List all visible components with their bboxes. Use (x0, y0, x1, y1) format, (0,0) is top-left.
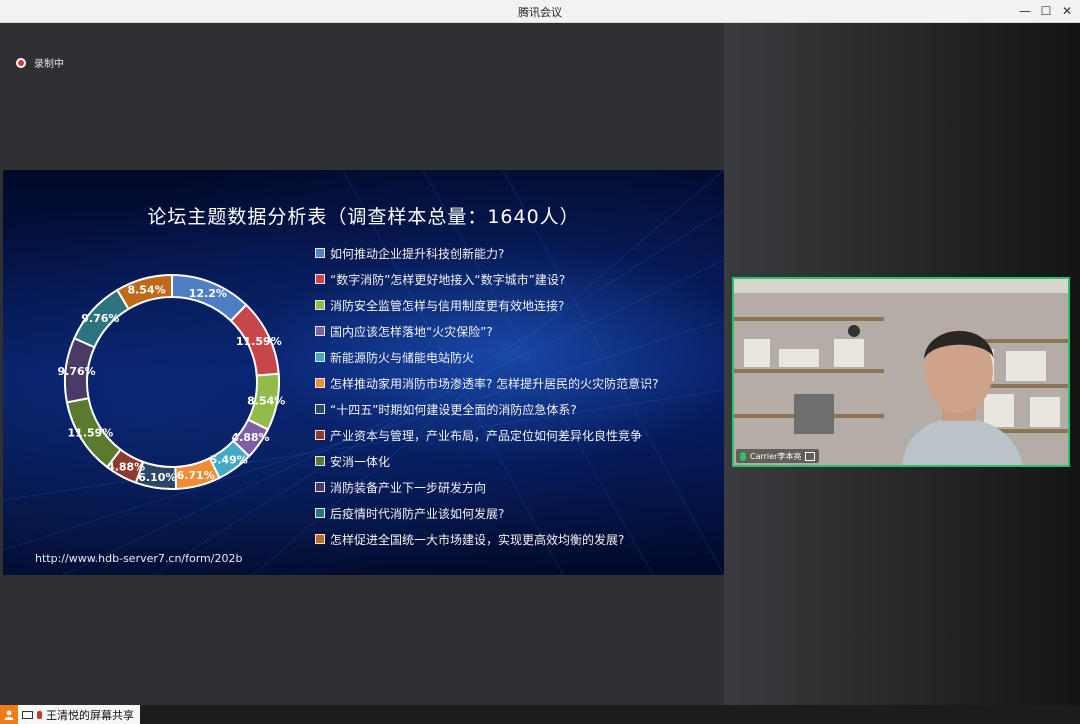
title-bar: 腾讯会议 — ☐ ✕ (0, 0, 1080, 23)
legend-swatch (315, 534, 325, 544)
microphone-icon (740, 451, 746, 461)
user-icon (0, 705, 18, 724)
participant-video-tile[interactable]: Carrier李本亮 (732, 277, 1070, 467)
donut-slice-label: 8.54% (247, 394, 285, 407)
recording-label: 录制中 (34, 59, 64, 70)
legend-label: 新能源防火与储能电站防火 (330, 350, 475, 365)
screen-share-indicator[interactable]: 王清悦的屏幕共享 (0, 705, 140, 724)
minimize-button[interactable]: — (1015, 2, 1035, 20)
donut-chart: 12.2%11.59%8.54%4.88%5.49%6.71%6.10%4.88… (58, 273, 285, 490)
donut-slice-label: 4.88% (107, 460, 145, 473)
legend-item: 消防装备产业下一步研发方向 (315, 474, 659, 500)
legend-swatch (315, 482, 325, 492)
donut-slice-label: 6.71% (177, 469, 215, 482)
close-button[interactable]: ✕ (1057, 2, 1077, 20)
legend-item: 产业资本与管理，产业布局，产品定位如何差异化良性竞争 (315, 422, 659, 448)
slide-url: http://www.hdb-server7.cn/form/202b (35, 552, 243, 565)
legend-item: 安消一体化 (315, 448, 659, 474)
legend-swatch (315, 352, 325, 362)
legend-swatch (315, 430, 325, 440)
screen-icon (805, 451, 816, 461)
legend-label: 国内应该怎样落地“火灾保险”? (330, 324, 493, 339)
legend-item: 后疫情时代消防产业该如何发展? (315, 500, 659, 526)
maximize-button[interactable]: ☐ (1036, 2, 1056, 20)
monitor-icon (22, 710, 33, 719)
bottom-bar: 王清悦的屏幕共享 (0, 705, 1080, 724)
legend-label: “十四五”时期如何建设更全面的消防应急体系? (330, 402, 577, 417)
donut-slice-label: 11.59% (236, 335, 282, 348)
legend-label: 消防安全监管怎样与信用制度更有效地连接? (330, 298, 565, 313)
legend-item: 怎样促进全国统一大市场建设，实现更高效均衡的发展? (315, 526, 659, 552)
legend-swatch (315, 300, 325, 310)
legend-item: 如何推动企业提升科技创新能力? (315, 240, 659, 266)
participant-name: Carrier李本亮 (750, 451, 802, 461)
legend-swatch (315, 274, 325, 284)
legend-swatch (315, 508, 325, 518)
legend-label: 怎样推动家用消防市场渗透率? 怎样提升居民的火灾防范意识? (330, 376, 659, 391)
legend-label: 安消一体化 (330, 454, 391, 469)
participant-name-tag: Carrier李本亮 (736, 449, 820, 463)
legend-label: 产业资本与管理，产业布局，产品定位如何差异化良性竞争 (330, 428, 643, 443)
record-icon (16, 57, 26, 68)
legend-item: 怎样推动家用消防市场渗透率? 怎样提升居民的火灾防范意识? (315, 370, 659, 396)
legend-swatch (315, 248, 325, 258)
donut-slice-label: 5.49% (210, 453, 248, 466)
donut-slice-label: 11.59% (68, 427, 114, 440)
legend-swatch (315, 378, 325, 388)
legend-swatch (315, 326, 325, 336)
donut-slice-label: 12.2% (189, 287, 227, 300)
presentation-slide: 论坛主题数据分析表（调查样本总量：1640人） 12.2% 11.59% 8.54%… (3, 170, 724, 575)
legend-swatch (315, 456, 325, 466)
legend-label: “数字消防”怎样更好地接入“数字城市”建设? (330, 272, 566, 287)
legend-item: “数字消防”怎样更好地接入“数字城市”建设? (315, 266, 659, 292)
screen-share-label: 王清悦的屏幕共享 (46, 708, 134, 722)
legend-label: 如何推动企业提升科技创新能力? (330, 246, 505, 261)
donut-slice-label: 9.76% (81, 312, 119, 325)
window-title: 腾讯会议 (518, 6, 562, 19)
donut-slice-label: 8.54% (127, 283, 165, 296)
legend-item: “十四五”时期如何建设更全面的消防应急体系? (315, 396, 659, 422)
legend-label: 后疫情时代消防产业该如何发展? (330, 506, 505, 521)
legend-label: 消防装备产业下一步研发方向 (330, 480, 487, 495)
legend-item: 消防安全监管怎样与信用制度更有效地连接? (315, 292, 659, 318)
legend-item: 国内应该怎样落地“火灾保险”? (315, 318, 659, 344)
donut-slice-label: 4.88% (231, 431, 269, 444)
recording-indicator[interactable]: 录制中 (16, 55, 64, 70)
donut-slice-label: 9.76% (58, 365, 96, 378)
chart-legend: 如何推动企业提升科技创新能力? “数字消防”怎样更好地接入“数字城市”建设? 消防安… (315, 240, 659, 552)
legend-item: 新能源防火与储能电站防火 (315, 344, 659, 370)
microphone-muted-icon (37, 710, 42, 719)
legend-swatch (315, 404, 325, 414)
participant-video-feed (734, 279, 1068, 465)
legend-label: 怎样促进全国统一大市场建设，实现更高效均衡的发展? (330, 532, 625, 547)
